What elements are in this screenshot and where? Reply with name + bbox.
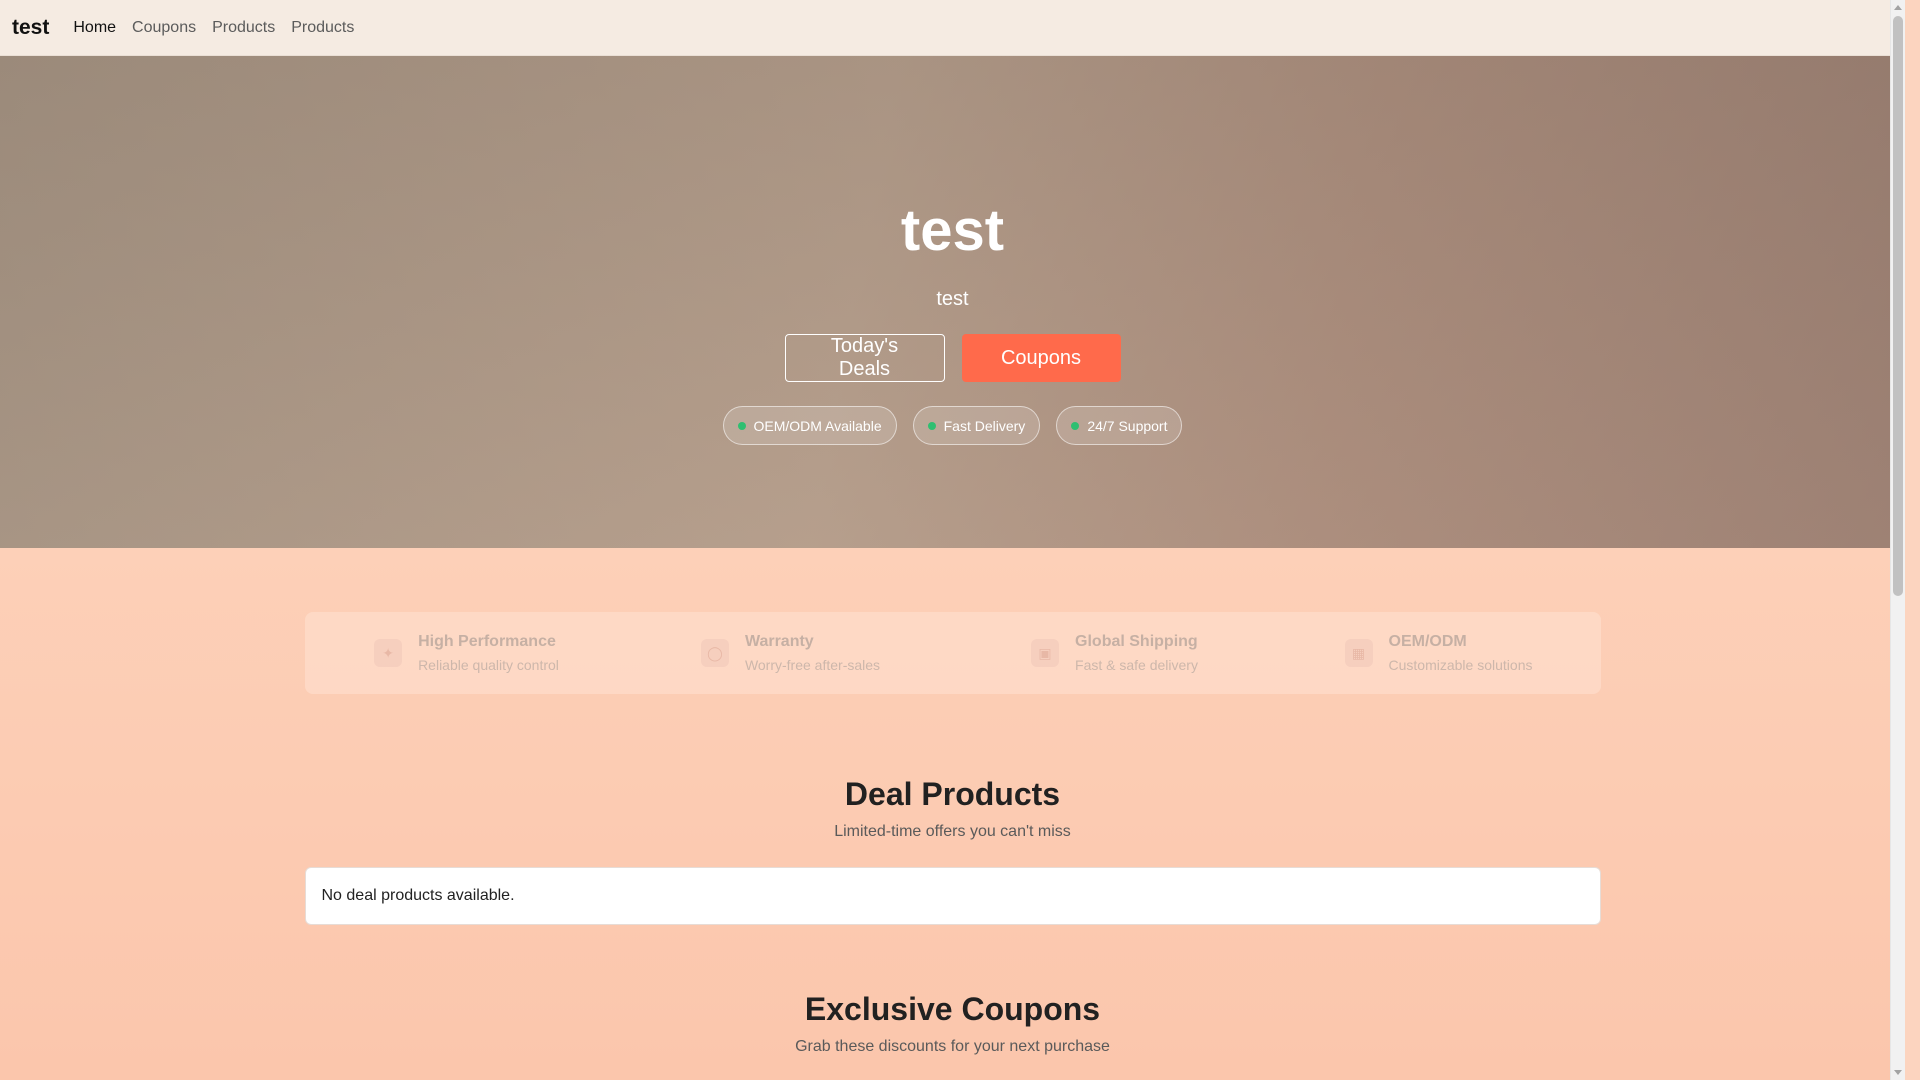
status-dot-icon <box>737 421 746 430</box>
badge-label: Fast Delivery <box>943 417 1026 434</box>
hero-subtitle: test <box>936 288 969 310</box>
badge-label: 24/7 Support <box>1087 417 1168 434</box>
feature-title: OEM/ODM <box>1388 633 1467 650</box>
coupons-section-title: Exclusive Coupons <box>804 991 1101 1027</box>
feature-title: Global Shipping <box>1075 633 1198 650</box>
badge-label: OEM/ODM Available <box>753 417 882 434</box>
status-dot-icon <box>927 421 936 430</box>
coupons-section-subtitle: Grab these discounts for your next purch… <box>795 1038 1110 1055</box>
feature-desc: Fast & safe delivery <box>1075 657 1198 673</box>
nav-link-home[interactable]: Home <box>73 19 116 37</box>
brand-logo[interactable]: test <box>12 16 49 40</box>
factory-icon: ▦ <box>1344 639 1373 667</box>
feature-desc: Customizable solutions <box>1388 657 1533 673</box>
feature-high-performance: ✦ High Performance Reliable quality cont… <box>305 633 629 673</box>
deals-empty-message: No deal products available. <box>304 867 1601 925</box>
deals-section-title: Deal Products <box>844 776 1061 812</box>
feature-oem-odm: ▦ OEM/ODM Customizable solutions <box>1277 633 1601 673</box>
badge-support: 24/7 Support <box>1056 406 1183 445</box>
feature-desc: Reliable quality control <box>418 657 559 673</box>
badge-fast-delivery: Fast Delivery <box>912 406 1041 445</box>
nav-link-products-2[interactable]: Products <box>291 19 354 37</box>
todays-deals-button[interactable]: Today's Deals <box>784 334 945 382</box>
badge-oem-odm: OEM/ODM Available <box>722 406 897 445</box>
feature-global-shipping: ▣ Global Shipping Fast & safe delivery <box>953 633 1277 673</box>
hero-title: test <box>900 198 1005 263</box>
truck-icon: ▣ <box>1031 639 1060 667</box>
scroll-down-icon[interactable] <box>1894 1070 1902 1075</box>
page-scrollbar[interactable] <box>1890 0 1905 1080</box>
page: test Home Coupons Products Products test… <box>0 0 1905 1080</box>
status-dot-icon <box>1071 421 1080 430</box>
deals-section-subtitle: Limited-time offers you can't miss <box>834 823 1071 840</box>
hero-badges: OEM/ODM Available Fast Delivery 24/7 Sup… <box>722 406 1183 445</box>
nav-link-products[interactable]: Products <box>212 19 275 37</box>
navbar: test Home Coupons Products Products <box>0 0 1905 56</box>
hero-section: test test Today's Deals Coupons OEM/ODM … <box>0 56 1905 548</box>
nav-link-coupons[interactable]: Coupons <box>132 19 196 37</box>
shield-icon: ◯ <box>700 639 729 667</box>
feature-warranty: ◯ Warranty Worry-free after-sales <box>629 633 953 673</box>
feature-desc: Worry-free after-sales <box>744 657 881 673</box>
scroll-up-icon[interactable] <box>1894 5 1902 10</box>
coupons-button[interactable]: Coupons <box>961 334 1121 382</box>
features-strip: ✦ High Performance Reliable quality cont… <box>304 612 1601 694</box>
hero-buttons: Today's Deals Coupons <box>784 334 1121 382</box>
scrollbar-thumb[interactable] <box>1893 16 1903 596</box>
feature-title: Warranty <box>744 633 814 650</box>
feature-title: High Performance <box>418 633 556 650</box>
rocket-icon: ✦ <box>374 639 403 667</box>
